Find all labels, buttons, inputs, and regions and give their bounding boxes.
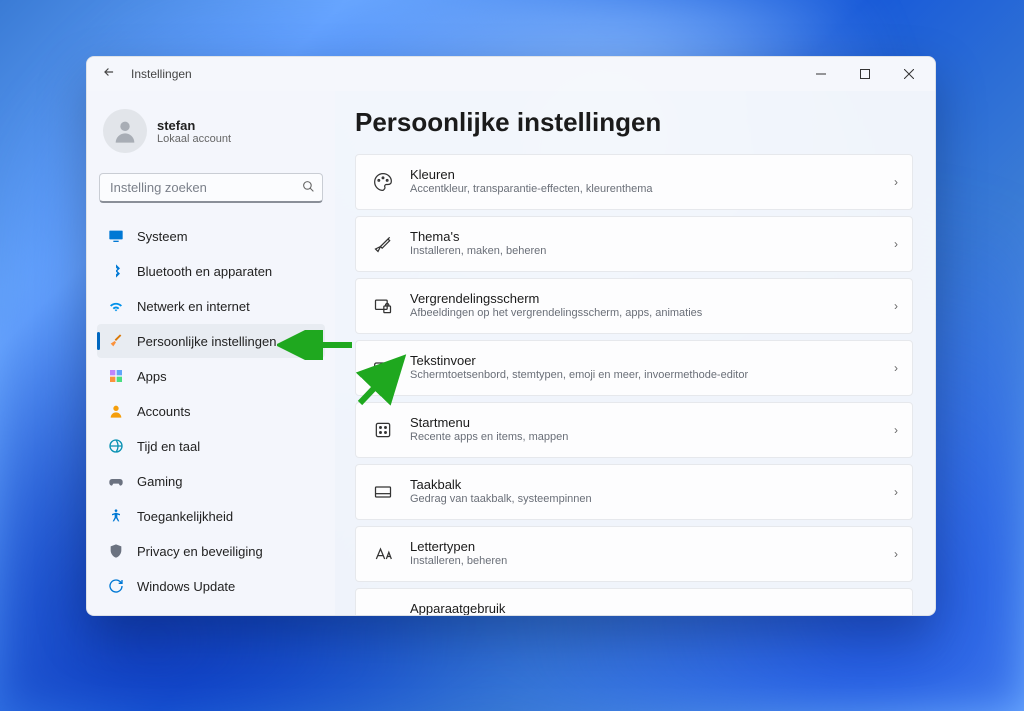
nav-list: Systeem Bluetooth en apparaten Netwerk e…	[97, 219, 325, 603]
gamepad-icon	[107, 472, 125, 490]
window-title: Instellingen	[131, 67, 192, 81]
lockscreen-icon	[370, 296, 396, 316]
search-container	[99, 173, 323, 203]
card-sub: Recente apps en items, mappen	[410, 430, 894, 444]
sidebar-item-update[interactable]: Windows Update	[97, 569, 325, 603]
sidebar-item-time[interactable]: Tijd en taal	[97, 429, 325, 463]
sidebar-item-apps[interactable]: Apps	[97, 359, 325, 393]
avatar	[103, 109, 147, 153]
main-content: Persoonlijke instellingen Kleuren Accent…	[335, 91, 935, 615]
palette-icon	[370, 172, 396, 192]
sidebar-item-bluetooth[interactable]: Bluetooth en apparaten	[97, 254, 325, 288]
sidebar-item-label: Toegankelijkheid	[137, 509, 233, 524]
card-sub: Accentkleur, transparantie-effecten, kle…	[410, 182, 894, 196]
card-themes[interactable]: Thema's Installeren, maken, beheren ›	[355, 216, 913, 272]
card-deviceusage[interactable]: Apparaatgebruik Selecteer alle manieren …	[355, 588, 913, 615]
search-input[interactable]	[99, 173, 323, 203]
sidebar-item-privacy[interactable]: Privacy en beveiliging	[97, 534, 325, 568]
apps-icon	[107, 367, 125, 385]
page-title: Persoonlijke instellingen	[355, 107, 913, 138]
sidebar-item-label: Apps	[137, 369, 167, 384]
sidebar-item-personalization[interactable]: Persoonlijke instellingen	[97, 324, 325, 358]
close-button[interactable]	[887, 57, 931, 91]
taskbar-icon	[370, 482, 396, 502]
card-colors[interactable]: Kleuren Accentkleur, transparantie-effec…	[355, 154, 913, 210]
paintbrush-icon	[107, 332, 125, 350]
profile-text: stefan Lokaal account	[157, 118, 231, 145]
chevron-right-icon: ›	[894, 547, 898, 561]
chevron-right-icon: ›	[894, 175, 898, 189]
clock-globe-icon	[107, 437, 125, 455]
card-textinput[interactable]: Tekstinvoer Schermtoetsenbord, stemtypen…	[355, 340, 913, 396]
brush-icon	[370, 234, 396, 254]
back-button[interactable]	[99, 65, 119, 83]
card-title: Vergrendelingsscherm	[410, 291, 894, 306]
person-icon	[107, 402, 125, 420]
sidebar-item-network[interactable]: Netwerk en internet	[97, 289, 325, 323]
card-title: Tekstinvoer	[410, 353, 894, 368]
profile[interactable]: stefan Lokaal account	[97, 101, 325, 167]
card-title: Startmenu	[410, 415, 894, 430]
maximize-button[interactable]	[843, 57, 887, 91]
card-title: Apparaatgebruik	[410, 601, 894, 615]
sidebar-item-gaming[interactable]: Gaming	[97, 464, 325, 498]
update-icon	[107, 577, 125, 595]
card-sub: Afbeeldingen op het vergrendelingsscherm…	[410, 306, 894, 320]
sidebar-item-label: Netwerk en internet	[137, 299, 250, 314]
card-taskbar[interactable]: Taakbalk Gedrag van taakbalk, systeempin…	[355, 464, 913, 520]
bluetooth-icon	[107, 262, 125, 280]
card-sub: Installeren, maken, beheren	[410, 244, 894, 258]
sidebar-item-label: Bluetooth en apparaten	[137, 264, 272, 279]
accessibility-icon	[107, 507, 125, 525]
card-fonts[interactable]: Lettertypen Installeren, beheren ›	[355, 526, 913, 582]
shield-icon	[107, 542, 125, 560]
sidebar-item-accounts[interactable]: Accounts	[97, 394, 325, 428]
sidebar: stefan Lokaal account Systeem Bluetooth …	[87, 91, 335, 615]
sidebar-item-label: Accounts	[137, 404, 190, 419]
device-check-icon	[370, 613, 396, 615]
card-sub: Gedrag van taakbalk, systeempinnen	[410, 492, 894, 506]
card-title: Kleuren	[410, 167, 894, 182]
fonts-icon	[370, 544, 396, 564]
chevron-right-icon: ›	[894, 423, 898, 437]
sidebar-item-system[interactable]: Systeem	[97, 219, 325, 253]
card-sub: Installeren, beheren	[410, 554, 894, 568]
chevron-right-icon: ›	[894, 361, 898, 375]
sidebar-item-label: Persoonlijke instellingen	[137, 334, 276, 349]
settings-window: Instellingen stefan Lokaal account	[86, 56, 936, 616]
card-title: Taakbalk	[410, 477, 894, 492]
profile-name: stefan	[157, 118, 231, 133]
card-lockscreen[interactable]: Vergrendelingsscherm Afbeeldingen op het…	[355, 278, 913, 334]
keyboard-icon	[370, 358, 396, 378]
card-title: Thema's	[410, 229, 894, 244]
sidebar-item-label: Gaming	[137, 474, 183, 489]
card-title: Lettertypen	[410, 539, 894, 554]
sidebar-item-label: Systeem	[137, 229, 188, 244]
minimize-button[interactable]	[799, 57, 843, 91]
chevron-right-icon: ›	[894, 485, 898, 499]
window-controls	[799, 57, 931, 91]
sidebar-item-label: Tijd en taal	[137, 439, 200, 454]
wifi-icon	[107, 297, 125, 315]
monitor-icon	[107, 227, 125, 245]
start-icon	[370, 420, 396, 440]
search-icon	[302, 180, 315, 196]
chevron-right-icon: ›	[894, 237, 898, 251]
titlebar: Instellingen	[87, 57, 935, 91]
card-sub: Schermtoetsenbord, stemtypen, emoji en m…	[410, 368, 894, 382]
chevron-right-icon: ›	[894, 299, 898, 313]
sidebar-item-accessibility[interactable]: Toegankelijkheid	[97, 499, 325, 533]
profile-sub: Lokaal account	[157, 133, 231, 145]
sidebar-item-label: Windows Update	[137, 579, 235, 594]
window-body: stefan Lokaal account Systeem Bluetooth …	[87, 91, 935, 615]
sidebar-item-label: Privacy en beveiliging	[137, 544, 263, 559]
card-start[interactable]: Startmenu Recente apps en items, mappen …	[355, 402, 913, 458]
